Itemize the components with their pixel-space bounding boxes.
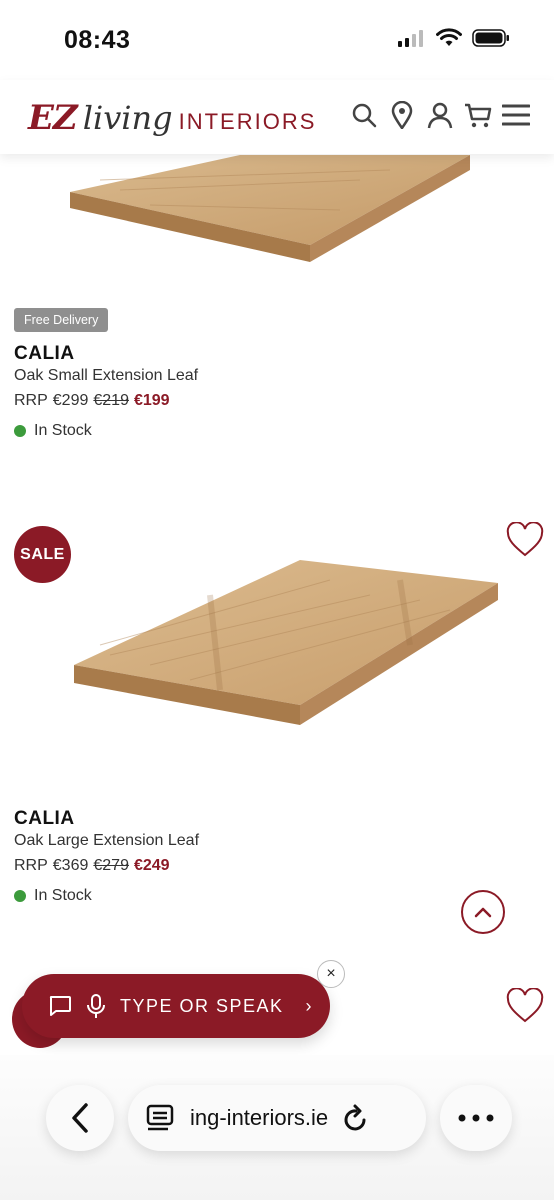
sale-price: €199 xyxy=(133,392,170,409)
browser-back-button[interactable] xyxy=(46,1085,114,1151)
stock-label: In Stock xyxy=(34,887,92,904)
stock-status: In Stock xyxy=(14,887,92,905)
sale-badge: SALE xyxy=(14,526,71,583)
product-image-large-leaf[interactable] xyxy=(70,555,502,730)
chevron-left-icon xyxy=(72,1103,88,1133)
product-price: RRP €369 €279 €249 xyxy=(14,857,170,875)
reload-icon[interactable] xyxy=(342,1103,370,1133)
chevron-right-icon: › xyxy=(305,995,312,1016)
chevron-up-icon xyxy=(474,907,492,918)
header-icons xyxy=(350,100,530,130)
browser-address-bar[interactable]: ing-interiors.ie xyxy=(128,1085,426,1151)
rrp-price: €369 xyxy=(52,857,89,874)
sale-price: €249 xyxy=(133,857,170,874)
wifi-icon xyxy=(436,28,462,46)
chat-bubble-icon xyxy=(49,996,71,1016)
assistant-label: TYPE OR SPEAK xyxy=(120,995,284,1016)
site-header: EZ living INTERIORS xyxy=(0,80,554,154)
browser-more-button[interactable] xyxy=(440,1085,512,1151)
assistant-close-button[interactable]: × xyxy=(317,960,345,988)
product-name[interactable]: Oak Large Extension Leaf xyxy=(14,832,199,850)
product-name[interactable]: Oak Small Extension Leaf xyxy=(14,367,198,385)
product-brand[interactable]: CALIA xyxy=(14,343,75,365)
account-icon[interactable] xyxy=(426,100,454,130)
was-price: €219 xyxy=(93,392,129,409)
rrp-price: €299 xyxy=(52,392,89,409)
status-icons xyxy=(396,28,510,48)
cellular-signal-icon xyxy=(398,30,423,47)
browser-url: ing-interiors.ie xyxy=(190,1105,329,1130)
location-pin-icon[interactable] xyxy=(388,100,416,130)
in-stock-dot-icon xyxy=(14,890,26,902)
wishlist-heart-icon[interactable] xyxy=(506,522,544,558)
scroll-to-top-button[interactable] xyxy=(461,890,505,934)
was-price: €279 xyxy=(93,857,129,874)
rrp-label: RRP xyxy=(14,857,48,874)
status-bar: 08:43 xyxy=(0,0,554,80)
in-stock-dot-icon xyxy=(14,425,26,437)
status-time: 08:43 xyxy=(64,26,131,54)
logo-living-text: living xyxy=(82,99,173,137)
battery-icon xyxy=(472,29,509,47)
logo-ez-text: EZ xyxy=(28,98,78,138)
stock-label: In Stock xyxy=(34,422,92,439)
menu-icon[interactable] xyxy=(502,100,530,130)
logo-interiors-text: INTERIORS xyxy=(178,109,317,134)
wishlist-heart-icon[interactable] xyxy=(506,988,544,1024)
site-logo[interactable]: EZ living INTERIORS xyxy=(28,98,316,138)
stock-status: In Stock xyxy=(14,422,92,440)
ellipsis-icon xyxy=(458,1114,494,1122)
product-image-small-leaf[interactable] xyxy=(60,150,480,270)
assistant-button[interactable]: TYPE OR SPEAK › xyxy=(22,974,330,1038)
cart-icon[interactable] xyxy=(464,100,492,130)
reader-mode-icon xyxy=(146,1104,174,1131)
product-brand[interactable]: CALIA xyxy=(14,808,75,830)
search-icon[interactable] xyxy=(350,100,378,130)
product-price: RRP €299 €219 €199 xyxy=(14,392,170,410)
rrp-label: RRP xyxy=(14,392,48,409)
microphone-icon xyxy=(87,994,105,1018)
free-delivery-badge: Free Delivery xyxy=(14,308,109,332)
